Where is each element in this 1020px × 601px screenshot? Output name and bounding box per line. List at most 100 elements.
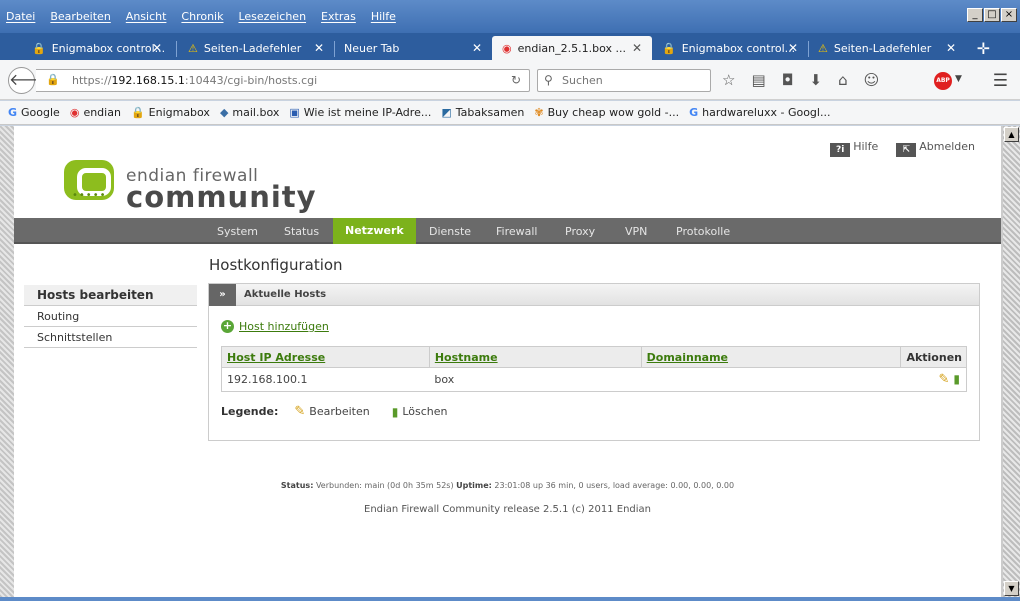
nav-proxy[interactable]: Proxy	[565, 225, 595, 238]
vertical-scrollbar[interactable]: ▲ ▼	[1003, 126, 1020, 597]
logout-link[interactable]: ⇱ Abmelden	[896, 140, 975, 157]
chevron-right-icon[interactable]: »	[209, 284, 236, 306]
close-tab-icon[interactable]: ✕	[946, 41, 956, 55]
column-header-domainname[interactable]: Domainname	[640, 346, 902, 368]
search-input[interactable]	[562, 74, 702, 87]
bookmark-wow-gold[interactable]: ✾ Buy cheap wow gold -...	[534, 106, 679, 119]
flower-icon: ✾	[534, 106, 544, 119]
scroll-up-icon[interactable]: ▲	[1004, 127, 1019, 142]
tab-label: Enigmabox control...	[681, 41, 796, 55]
google-icon: G	[8, 106, 18, 119]
bookmark-star-icon[interactable]: ☆	[722, 71, 735, 89]
window-frame-bottom	[0, 597, 1020, 601]
legend-delete-label: Löschen	[402, 405, 448, 418]
menu-chronik[interactable]: Chronik	[181, 10, 223, 23]
tab-seiten-ladefehler-1[interactable]: ⚠ Seiten-Ladefehler ✕	[178, 36, 334, 60]
menu-datei[interactable]: Datei	[6, 10, 35, 23]
tab-label: Neuer Tab	[344, 41, 400, 55]
column-header-ip[interactable]: Host IP Adresse	[221, 346, 430, 368]
minimize-button[interactable]: _	[967, 8, 983, 22]
panel-header[interactable]: » Aktuelle Hosts	[209, 284, 979, 306]
new-tab-icon[interactable]: ✛	[977, 39, 990, 58]
hosts-table: Host IP Adresse Hostname Domainname Akti…	[221, 346, 967, 392]
menu-icon[interactable]: ☰	[993, 71, 1008, 91]
scroll-down-icon[interactable]: ▼	[1004, 581, 1019, 596]
legend: Legende: ✎ Bearbeiten ▮ Löschen	[221, 404, 465, 419]
menu-ansicht[interactable]: Ansicht	[126, 10, 167, 23]
home-icon[interactable]: ⌂	[838, 71, 848, 89]
column-header-hostname[interactable]: Hostname	[428, 346, 642, 368]
close-tab-icon[interactable]: ✕	[788, 41, 798, 55]
cell-hostname: box	[429, 367, 642, 392]
tab-enigmabox-1[interactable]: 🔒 Enigmabox control... ✕	[22, 36, 172, 60]
reload-icon[interactable]: ↻	[511, 73, 521, 87]
adblock-icon[interactable]: ABP	[934, 72, 952, 90]
menu-extras[interactable]: Extras	[321, 10, 356, 23]
pocket-icon[interactable]: ◘	[782, 71, 794, 89]
menu-hilfe[interactable]: Hilfe	[371, 10, 396, 23]
window-frame-left	[0, 126, 14, 597]
mail-icon: ◆	[219, 106, 229, 119]
close-tab-icon[interactable]: ✕	[472, 41, 482, 55]
bookmark-mailbox[interactable]: ◆ mail.box	[220, 106, 279, 119]
sidebar-item-schnittstellen[interactable]: Schnittstellen	[24, 327, 197, 348]
back-button[interactable]: 🡐	[8, 67, 52, 94]
tab-seiten-ladefehler-2[interactable]: ⚠ Seiten-Ladefehler ✕	[808, 36, 966, 60]
tab-label: endian_2.5.1.box ...	[517, 41, 626, 55]
chevron-down-icon[interactable]: ▼	[955, 74, 962, 84]
trash-icon[interactable]: ▮	[953, 372, 960, 386]
url-text: https://192.168.15.1:10443/cgi-bin/hosts…	[72, 74, 318, 87]
nav-netzwerk[interactable]: Netzwerk	[333, 218, 416, 244]
sidebar-item-hosts-bearbeiten[interactable]: Hosts bearbeiten	[24, 285, 197, 306]
search-box[interactable]: ⚲	[537, 69, 711, 92]
menu-lesezeichen[interactable]: Lesezeichen	[238, 10, 306, 23]
nav-firewall[interactable]: Firewall	[496, 225, 537, 238]
close-tab-icon[interactable]: ✕	[632, 41, 642, 55]
bookmark-tabaksamen[interactable]: ◩ Tabaksamen	[441, 106, 524, 119]
bookmark-hardwareluxx[interactable]: Ghardwareluxx - Googl...	[689, 106, 830, 119]
url-bar[interactable]: 🔒 https://192.168.15.1:10443/cgi-bin/hos…	[36, 69, 530, 92]
tab-bar: 🔒 Enigmabox control... ✕ ⚠ Seiten-Ladefe…	[0, 33, 1020, 60]
menu-bearbeiten[interactable]: Bearbeiten	[50, 10, 110, 23]
bookmark-enigmabox[interactable]: 🔒 Enigmabox	[131, 106, 210, 119]
tab-label: Enigmabox control...	[51, 41, 166, 55]
search-icon: ⚲	[544, 73, 553, 87]
download-icon[interactable]: ⬇	[810, 71, 823, 89]
nav-dienste[interactable]: Dienste	[429, 225, 471, 238]
sidebar-item-routing[interactable]: Routing	[24, 306, 197, 327]
reading-list-icon[interactable]: ▤	[751, 71, 765, 89]
lock-icon: 🔒	[46, 73, 60, 86]
tab-label: Seiten-Ladefehler	[833, 41, 932, 55]
table-row: 192.168.100.1 box ✎ ▮	[221, 367, 967, 392]
bookmark-ip-adresse[interactable]: ▣ Wie ist meine IP-Adre...	[289, 106, 431, 119]
tab-endian[interactable]: ◉ endian_2.5.1.box ... ✕	[492, 36, 652, 60]
bookmark-google[interactable]: G Google	[8, 106, 60, 119]
bookmarks-bar: G Google ◉ endian 🔒 Enigmabox ◆ mail.box ▣ Wi…	[0, 101, 1020, 125]
lock-icon: 🔒	[130, 106, 145, 119]
edit-icon: ✎	[294, 404, 306, 419]
logo-text-bottom: community	[126, 180, 317, 214]
hosts-panel: » Aktuelle Hosts + Host hinzufügen Host …	[208, 283, 980, 441]
maximize-button[interactable]: □	[984, 8, 1000, 22]
legend-edit-label: Bearbeiten	[309, 405, 370, 418]
nav-vpn[interactable]: VPN	[625, 225, 647, 238]
lock-icon: 🔒	[662, 41, 676, 55]
monitor-icon: ▣	[289, 106, 300, 119]
tab-neuer-tab[interactable]: Neuer Tab ✕	[334, 36, 492, 60]
help-link[interactable]: ?i Hilfe	[830, 140, 878, 157]
close-tab-icon[interactable]: ✕	[314, 41, 324, 55]
bookmark-endian[interactable]: ◉ endian	[70, 106, 121, 119]
close-tab-icon[interactable]: ✕	[152, 41, 162, 55]
nav-system[interactable]: System	[217, 225, 258, 238]
add-host-link[interactable]: + Host hinzufügen	[221, 320, 329, 333]
nav-protokolle[interactable]: Protokolle	[676, 225, 730, 238]
add-host-label[interactable]: Host hinzufügen	[239, 320, 329, 333]
edit-icon[interactable]: ✎	[938, 372, 949, 387]
close-window-button[interactable]: ×	[1001, 8, 1017, 22]
chat-icon[interactable]: ☺	[864, 71, 880, 89]
tab-enigmabox-2[interactable]: 🔒 Enigmabox control... ✕	[652, 36, 808, 60]
help-icon: ?i	[830, 143, 851, 157]
logout-icon: ⇱	[896, 143, 917, 157]
cell-actions: ✎ ▮	[900, 367, 967, 392]
nav-status[interactable]: Status	[284, 225, 319, 238]
